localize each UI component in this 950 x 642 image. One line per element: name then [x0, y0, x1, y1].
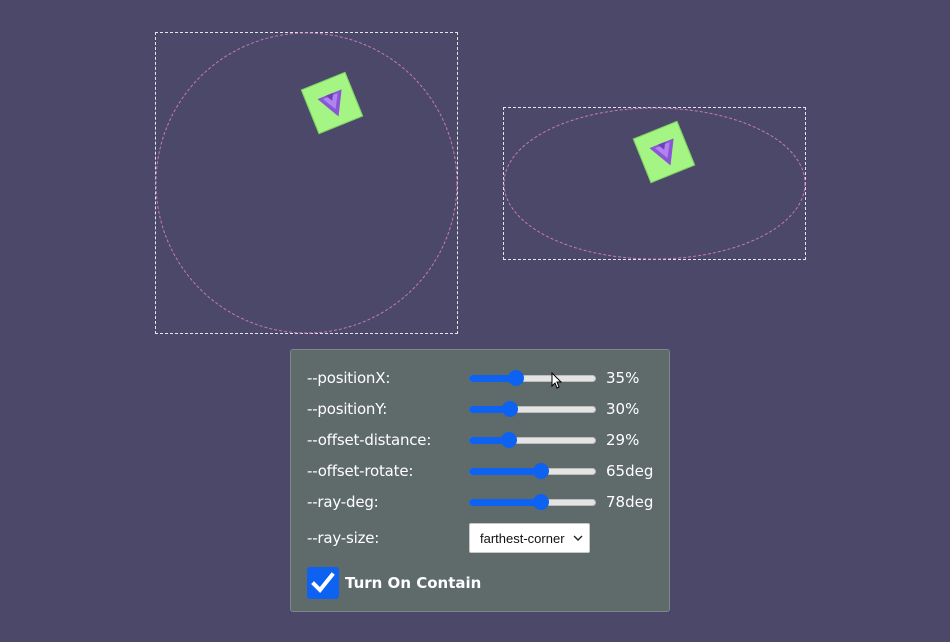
demo-container-circle	[155, 32, 458, 334]
offset-rotate-slider[interactable]	[469, 463, 596, 479]
ray-deg-row: --ray-deg: 78deg	[307, 490, 659, 514]
mouse-pointer-icon	[551, 372, 563, 389]
offset-rotate-value: 65deg	[606, 462, 654, 480]
slider-thumb[interactable]	[533, 463, 550, 479]
slider-thumb[interactable]	[502, 401, 519, 417]
slider-thumb[interactable]	[507, 370, 524, 386]
contain-label[interactable]: Turn On Contain	[345, 574, 481, 592]
controls-panel: --positionX: 35% --positionY: 30% --offs…	[290, 349, 670, 612]
ray-size-row: --ray-size: farthest-corner	[307, 523, 659, 553]
offset-distance-slider[interactable]	[469, 432, 596, 448]
chevron-down-icon	[573, 535, 583, 541]
offset-distance-value: 29%	[606, 431, 640, 449]
checkmark-icon	[311, 572, 335, 593]
demo-container-ellipse	[503, 107, 806, 260]
ray-size-select[interactable]: farthest-corner	[469, 523, 590, 553]
contain-checkbox[interactable]	[307, 567, 339, 599]
arrow-icon	[649, 138, 674, 166]
slider-thumb[interactable]	[501, 432, 518, 448]
position-x-row: --positionX: 35%	[307, 366, 659, 390]
offset-rotate-row: --offset-rotate: 65deg	[307, 459, 659, 483]
position-x-slider[interactable]	[469, 370, 596, 386]
ray-deg-value: 78deg	[606, 493, 654, 511]
slider-fill	[469, 468, 542, 475]
ray-size-selected-value: farthest-corner	[480, 530, 565, 546]
position-y-value: 30%	[606, 400, 640, 418]
ray-deg-slider[interactable]	[469, 494, 596, 510]
position-y-label: --positionY:	[307, 400, 388, 418]
position-x-label: --positionX:	[307, 369, 391, 387]
circle-path	[155, 32, 458, 334]
ray-size-label: --ray-size:	[307, 529, 380, 547]
slider-thumb[interactable]	[533, 494, 550, 510]
ray-deg-label: --ray-deg:	[307, 493, 379, 511]
offset-rotate-label: --offset-rotate:	[307, 462, 414, 480]
arrow-icon	[317, 89, 342, 117]
contain-row: Turn On Contain	[307, 566, 659, 600]
position-y-row: --positionY: 30%	[307, 397, 659, 421]
offset-distance-row: --offset-distance: 29%	[307, 428, 659, 452]
position-x-value: 35%	[606, 369, 640, 387]
offset-distance-label: --offset-distance:	[307, 431, 432, 449]
slider-fill	[469, 499, 542, 506]
position-y-slider[interactable]	[469, 401, 596, 417]
